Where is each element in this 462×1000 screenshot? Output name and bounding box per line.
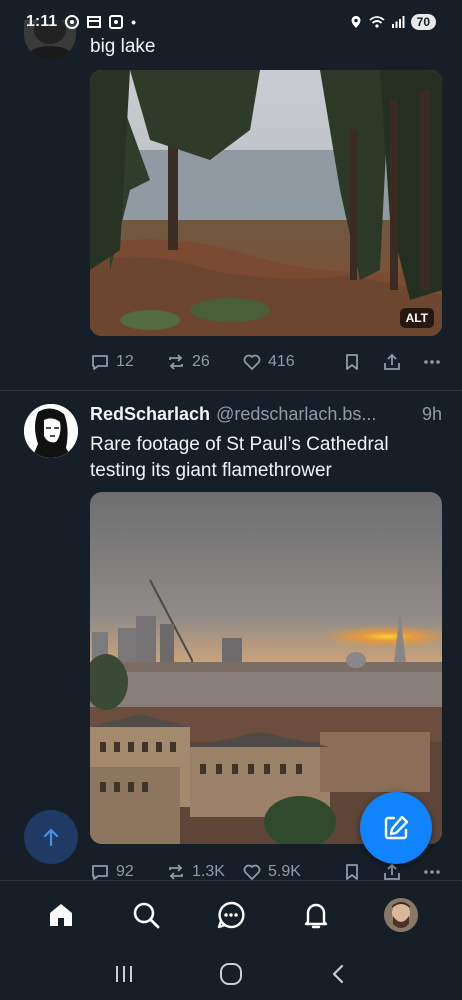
more-dots-icon [424, 360, 440, 364]
alt-badge[interactable]: ALT [399, 308, 434, 328]
author-name[interactable]: RedScharlach [90, 404, 210, 425]
repost-button[interactable]: 1.3K [166, 862, 242, 882]
reply-button[interactable]: 92 [90, 862, 166, 882]
radio-icon [65, 15, 80, 29]
back-system-button[interactable] [323, 959, 353, 989]
back-chevron-icon [333, 964, 344, 984]
status-bar: 1:11 • 70 [0, 0, 462, 44]
repost-arrows-icon [169, 354, 183, 370]
profile-avatar [384, 897, 419, 932]
reply-count: 12 [116, 353, 134, 370]
repost-count: 1.3K [192, 863, 225, 880]
share-icon [384, 353, 400, 370]
speech-bubble-icon [92, 865, 108, 880]
chat-bubble-icon [217, 901, 245, 928]
recent-apps-button[interactable] [109, 959, 139, 989]
signal-icon [391, 16, 405, 28]
compose-pencil-icon [384, 815, 409, 840]
scroll-to-top-button[interactable] [24, 810, 78, 864]
nav-search[interactable] [124, 893, 168, 937]
status-time: 1:11 [26, 13, 58, 30]
repost-count: 26 [192, 353, 210, 370]
bookmark-button[interactable] [342, 352, 382, 372]
bottom-nav [0, 880, 462, 948]
lake-photo-icon [90, 70, 442, 336]
status-left: 1:11 • [26, 13, 136, 31]
avatar-drawing-icon [24, 404, 78, 458]
bookmark-icon [346, 354, 358, 370]
location-icon [351, 16, 361, 28]
share-icon [384, 863, 400, 880]
nav-home[interactable] [39, 893, 83, 937]
post2-author-avatar[interactable] [24, 404, 78, 458]
more-button[interactable] [422, 352, 442, 372]
wifi-icon [369, 16, 385, 28]
london-skyline-photo-icon [90, 492, 442, 844]
like-button[interactable]: 5.9K [242, 862, 342, 882]
more-button[interactable] [422, 862, 442, 882]
like-count: 5.9K [268, 863, 301, 880]
home-icon [49, 903, 72, 926]
share-button[interactable] [382, 862, 422, 882]
reply-count: 92 [116, 863, 134, 880]
nav-notifications[interactable] [294, 893, 338, 937]
post2-text: Rare footage of St Paul’s Cathedral test… [90, 434, 389, 481]
recent-apps-icon [115, 966, 132, 982]
bell-icon [304, 903, 328, 928]
post2-header: RedScharlach @redscharlach.bs... 9h [90, 404, 442, 425]
post1-image[interactable]: ALT [90, 70, 442, 336]
heart-icon [243, 354, 261, 370]
like-button[interactable]: 416 [242, 352, 342, 372]
reply-button[interactable]: 12 [90, 352, 166, 372]
bookmark-button[interactable] [342, 862, 382, 882]
window-icon [87, 16, 102, 28]
speech-bubble-icon [92, 355, 108, 370]
status-right: 70 [349, 14, 436, 30]
like-count: 416 [268, 353, 295, 370]
share-button[interactable] [382, 352, 422, 372]
author-handle[interactable]: @redscharlach.bs... [216, 404, 414, 425]
profile-face-icon [384, 897, 419, 932]
status-dot: • [131, 14, 137, 30]
home-circle-icon [219, 963, 242, 985]
home-system-button[interactable] [216, 959, 246, 989]
repost-arrows-icon [169, 864, 183, 880]
arrow-up-icon [43, 828, 59, 847]
nav-chat[interactable] [209, 893, 253, 937]
post1-actions: 12 26 416 [90, 350, 442, 374]
search-icon [133, 902, 160, 928]
more-dots-icon [424, 870, 440, 874]
bookmark-icon [346, 864, 358, 880]
heart-icon [243, 864, 261, 880]
post-time: 9h [421, 404, 442, 424]
post2-image[interactable] [90, 492, 442, 844]
post-divider [0, 390, 462, 391]
repost-button[interactable]: 26 [166, 352, 242, 372]
system-nav-bar [0, 948, 462, 1000]
battery-indicator: 70 [410, 14, 436, 30]
nav-profile[interactable] [379, 893, 423, 937]
screenshot-icon [109, 15, 124, 29]
compose-button[interactable] [360, 792, 432, 864]
